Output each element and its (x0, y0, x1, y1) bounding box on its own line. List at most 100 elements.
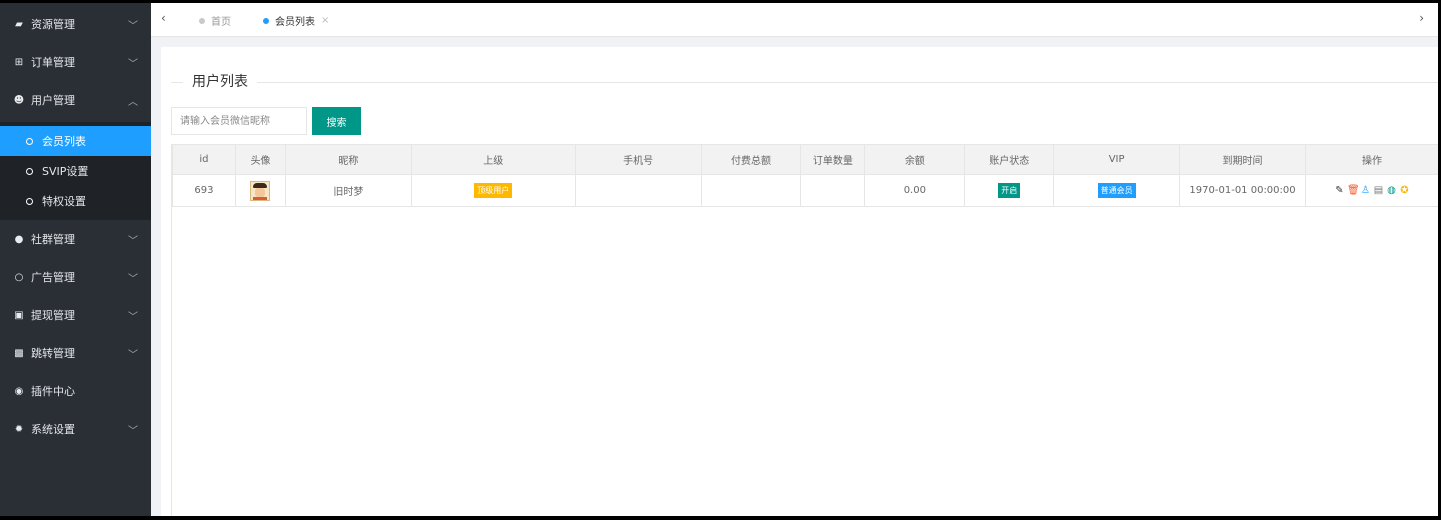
sidebar-item[interactable]: ▣ 提现管理 ﹀ (0, 296, 151, 334)
sidebar-item[interactable]: ● 社群管理 ﹀ (0, 220, 151, 258)
circle-icon (26, 197, 33, 205)
avatar-hair (253, 182, 268, 188)
edit-icon[interactable]: ✎ (1334, 185, 1345, 196)
table-header-row: id 头像 昵称 上级 手机号 付费总额 订单数量 余额 账户状态 VIP 到期时间 操作 (172, 144, 1438, 175)
cell-id: 693 (172, 174, 236, 207)
sidebar-subitem[interactable]: 特权设置 (0, 186, 151, 216)
avatar-shirt (253, 196, 268, 200)
chevron-down-icon: ﹀ (128, 21, 138, 32)
chat-icon: ● (14, 233, 24, 245)
tab-scroll-right-icon[interactable]: › (1419, 11, 1424, 25)
sidebar-item-label: 提现管理 (31, 309, 75, 322)
search-button[interactable]: 搜索 (312, 107, 361, 135)
app-frame: ▰ 资源管理 ﹀ ⊞ 订单管理 ﹀ ☻ 用户管理 ︿ ● 社群管理 ﹀ ○ 广告管理 ﹀ ▣ 提现管理 ﹀ ▩ 跳转管… (0, 3, 1438, 516)
users-icon: ☻ (13, 94, 25, 106)
sidebar-item[interactable]: ☻ 用户管理 ︿ (0, 81, 151, 119)
column-header: 余额 (864, 144, 966, 175)
cell-superior: 顶级用户 (410, 174, 576, 207)
submenu-user-management: 会员列表 SVIP设置 特权设置 (0, 122, 151, 220)
column-header: 头像 (234, 144, 286, 175)
search-input[interactable] (171, 107, 307, 135)
column-header: VIP (1053, 144, 1181, 175)
sidebar-subitem-label: 特权设置 (42, 195, 86, 208)
badge-icon[interactable]: ◍ (1386, 185, 1397, 196)
chevron-down-icon: ﹀ (128, 59, 138, 70)
cell-total-paid (700, 174, 802, 207)
column-header: 账户状态 (964, 144, 1055, 175)
circle-icon (26, 137, 33, 145)
sidebar-item[interactable]: ◉ 插件中心 (0, 372, 151, 410)
sidebar-item-label: 跳转管理 (31, 347, 75, 360)
vip-badge: 普通会员 (1097, 183, 1136, 198)
tab-label: 会员列表 (275, 17, 315, 28)
plugin-icon: ◉ (14, 385, 24, 397)
chevron-down-icon: ﹀ (128, 236, 138, 247)
tab-scroll-left-icon[interactable]: ‹ (161, 11, 166, 25)
status-badge: 开启 (998, 183, 1021, 198)
column-header: 昵称 (284, 144, 412, 175)
sidebar-item-label: 用户管理 (31, 94, 75, 107)
tab-member-list[interactable]: 会员列表 × (263, 13, 329, 28)
sidebar-item-label: 广告管理 (31, 271, 75, 284)
chevron-down-icon: ﹀ (128, 350, 138, 361)
book-icon: ▰ (15, 18, 23, 30)
sidebar-item[interactable]: ○ 广告管理 ﹀ (0, 258, 151, 296)
cell-expire: 1970-01-01 00:00:00 (1179, 174, 1306, 207)
cash-icon: ▣ (14, 309, 24, 321)
column-header: 付费总额 (700, 144, 802, 175)
table-row: 693 旧时梦 顶级用户 0.00 开启 普通会员 1970-01-01 00:00:00 ✎… (172, 174, 1438, 207)
sidebar-item-label: 系统设置 (31, 423, 75, 436)
cell-nickname: 旧时梦 (284, 174, 412, 207)
title-divider (171, 82, 1438, 83)
circle-icon (26, 167, 33, 175)
cell-avatar (234, 174, 286, 207)
sidebar-subitem-label: SVIP设置 (42, 165, 89, 178)
cell-order-count (800, 174, 866, 207)
chevron-down-icon: ﹀ (128, 274, 138, 285)
sidebar-item[interactable]: ✹ 系统设置 ﹀ (0, 410, 151, 448)
chevron-up-icon: ︿ (128, 97, 138, 108)
sidebar-subitem[interactable]: SVIP设置 (0, 156, 151, 186)
avatar-face (255, 187, 266, 197)
user-icon[interactable]: ♙ (1360, 185, 1371, 196)
cell-actions: ✎ 🗑 ♙ ▤ ◍ ✪ (1304, 174, 1438, 207)
sidebar-item[interactable]: ⊞ 订单管理 ﹀ (0, 43, 151, 81)
tab-dot-icon (199, 17, 205, 24)
document-icon[interactable]: ▤ (1373, 185, 1384, 196)
circle-icon: ○ (14, 271, 24, 283)
page-title: 用户列表 (183, 71, 257, 91)
column-header: 操作 (1304, 144, 1438, 175)
image-icon: ▩ (14, 347, 24, 359)
sidebar-subitem[interactable]: 会员列表 (0, 126, 151, 156)
tab-home[interactable]: 首页 (199, 13, 231, 28)
sidebar: ▰ 资源管理 ﹀ ⊞ 订单管理 ﹀ ☻ 用户管理 ︿ ● 社群管理 ﹀ ○ 广告管理 ﹀ ▣ 提现管理 ﹀ ▩ 跳转管… (0, 3, 151, 516)
tab-close-icon[interactable]: × (321, 15, 329, 26)
chevron-down-icon: ﹀ (128, 426, 138, 437)
tab-bar: ‹ 首页 会员列表 × › (151, 3, 1438, 37)
avatar (250, 180, 271, 201)
sidebar-subitem-label: 会员列表 (42, 135, 86, 148)
cell-status: 开启 (964, 174, 1055, 207)
delete-icon[interactable]: 🗑 (1347, 185, 1360, 196)
column-header: 到期时间 (1179, 144, 1306, 175)
cell-balance: 0.00 (864, 174, 966, 207)
cart-icon: ⊞ (14, 56, 24, 68)
chevron-down-icon: ﹀ (128, 312, 138, 323)
main-content: 用户列表 搜索 id头像昵称上级手机号付费总额订单数量余额账户状态VIP到期时间… (161, 47, 1438, 516)
tab-label: 首页 (211, 17, 231, 28)
cell-phone (574, 174, 702, 207)
sidebar-item[interactable]: ▰ 资源管理 ﹀ (0, 5, 151, 43)
column-header: 手机号 (574, 144, 702, 175)
column-header: id (172, 144, 236, 175)
user-table: id 头像 昵称 上级 手机号 付费总额 订单数量 余额 账户状态 VIP 到期时间 操作 693 旧时… (172, 144, 1438, 207)
sidebar-item[interactable]: ▩ 跳转管理 ﹀ (0, 334, 151, 372)
sidebar-item-label: 社群管理 (31, 233, 75, 246)
coin-icon[interactable]: ✪ (1399, 185, 1410, 196)
column-header: 上级 (410, 144, 576, 175)
gear-icon: ✹ (14, 423, 24, 435)
column-header: 订单数量 (800, 144, 866, 175)
sidebar-item-label: 插件中心 (31, 385, 75, 398)
sidebar-item-label: 订单管理 (31, 56, 75, 69)
action-icons: ✎ 🗑 ♙ ▤ ◍ ✪ (1306, 185, 1438, 196)
user-table-container: id 头像 昵称 上级 手机号 付费总额 订单数量 余额 账户状态 VIP 到期时间 操作 693 旧时… (171, 144, 1438, 516)
